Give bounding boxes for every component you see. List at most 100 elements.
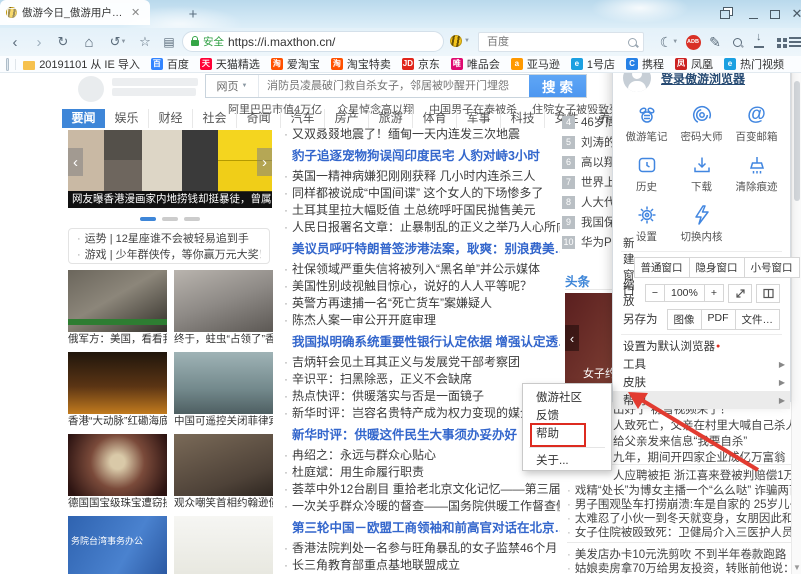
- menu-item-clear-traces[interactable]: 清除痕迹: [729, 149, 784, 199]
- headline-item[interactable]: 陈杰人案一审公开开庭审理: [282, 312, 560, 329]
- gallery-item[interactable]: 德国国宝级珠宝遭窃损失或…: [68, 434, 167, 511]
- gallery-image[interactable]: [174, 516, 273, 574]
- headline-item[interactable]: 我国拟明确系统重要性银行认定依据 增强认定透…: [282, 334, 560, 351]
- gallery-image[interactable]: [174, 434, 273, 496]
- menu-item-password-master[interactable]: 密码大师: [674, 99, 729, 149]
- adblock-icon[interactable]: ADB: [682, 28, 704, 56]
- headline-item[interactable]: 第三轮中国－欧盟工商领袖和前高官对话在北京…: [282, 520, 560, 537]
- headline-item[interactable]: 人民日报署名文章：止暴制乱的正义之举乃人心所向: [282, 219, 560, 236]
- bookmark-item[interactable]: 淘 淘宝特卖: [331, 56, 391, 72]
- submenu-help[interactable]: 帮助: [523, 425, 611, 443]
- gallery-item[interactable]: 终于，蛀虫“占领了”香港…: [174, 270, 273, 347]
- bookmark-item[interactable]: 唯 唯品会: [451, 56, 500, 72]
- alt-account-window-button[interactable]: 小号窗口: [744, 257, 800, 278]
- headline-item[interactable]: 新华时评：岂容名贵特产成为权力变现的媒介: [282, 405, 560, 422]
- bookmark-item[interactable]: 20191101 从 IE 导入: [23, 56, 140, 72]
- bookmark-item[interactable]: 百 百度: [151, 56, 189, 72]
- main-menu-icon[interactable]: [787, 28, 801, 56]
- news-item[interactable]: 人应聘被拒 浙江喜来登被判赔偿1万元: [613, 469, 793, 483]
- home-icon[interactable]: ⌂: [78, 28, 100, 56]
- headline-item[interactable]: 荟萃中外12台剧目 重拾老北京文化记忆——第三届老舍戏…: [282, 481, 560, 498]
- gallery-image[interactable]: [68, 434, 167, 496]
- headline-item[interactable]: 香港法院判处一名参与旺角暴乱的女子监禁46个月: [282, 540, 560, 557]
- set-default-browser-item[interactable]: 设置为默认浏览器●: [613, 337, 790, 355]
- headline-item[interactable]: 一次关乎群众冷暖的督查——国务院供暖工作督查侧记: [282, 498, 560, 515]
- carousel-dots[interactable]: [140, 217, 200, 221]
- page-tab[interactable]: 财经: [149, 109, 193, 128]
- maximize-button[interactable]: [766, 7, 784, 21]
- news-item[interactable]: 戏精“处长”为博女主播一个“么么哒” 诈骗两百万: [567, 484, 792, 498]
- headline-item[interactable]: 英警方再逮捕一名“死亡货车”案嫌疑人: [282, 295, 560, 312]
- menu-item-notes[interactable]: 傲游笔记: [619, 99, 674, 149]
- news-item[interactable]: 女子住院被殴致死：卫健局介入三医护人员被拘: [567, 526, 792, 540]
- address-bar[interactable]: 安全 https://i.maxthon.cn/: [182, 31, 444, 52]
- skins-menu-item[interactable]: 皮肤▶: [613, 373, 790, 391]
- bookmark-item[interactable]: e 1号店: [571, 56, 615, 72]
- favorite-star-icon[interactable]: ☆: [134, 28, 156, 56]
- save-as-file-button[interactable]: 文件…: [735, 309, 781, 330]
- page-tab[interactable]: 要闻: [62, 109, 105, 128]
- page-scrollbar[interactable]: ▼: [791, 73, 801, 574]
- zoom-in-button[interactable]: +: [704, 284, 724, 302]
- page-tab[interactable]: 娱乐: [105, 109, 149, 128]
- headline-item[interactable]: 冉绍之：永远与群众心贴心: [282, 447, 560, 464]
- news-item[interactable]: 九年，期间开四家企业成亿万富翁: [613, 451, 793, 465]
- tools-menu-item[interactable]: 工具▶: [613, 355, 790, 373]
- headline-item[interactable]: 美国性别歧视触目惊心，说好的人人平等呢？: [282, 278, 560, 295]
- favorites-icon[interactable]: [6, 58, 9, 71]
- headline-item[interactable]: 热点快评：供暖落实与否是一面镜子: [282, 388, 560, 405]
- new-tab-button[interactable]: +: [184, 6, 202, 24]
- help-menu-item[interactable]: 帮助▶: [613, 391, 790, 409]
- gallery-item[interactable]: 观众嘲笑首相约翰逊债…: [174, 434, 273, 511]
- gallery-image[interactable]: 务院台湾事务办公: [68, 516, 167, 574]
- normal-window-button[interactable]: 普通窗口: [634, 257, 690, 278]
- carousel-prev-icon[interactable]: ‹: [68, 148, 83, 176]
- gallery-item[interactable]: 俄军方：美国，看看我们的…: [68, 270, 167, 347]
- headline-item[interactable]: 新华时评：供暖这件民生大事须办妥办好: [282, 427, 560, 444]
- window-layout-icon[interactable]: [716, 7, 734, 21]
- close-button[interactable]: ✕: [788, 7, 801, 21]
- news-carousel[interactable]: ‹ › 网友曝香港漫画家内地捞钱却挺暴徒，曾属…: [68, 130, 272, 208]
- news-item[interactable]: 人致死亡，父亲在村里大喊自己杀人: [613, 419, 793, 433]
- info-link[interactable]: 运势 | 12星座谁不会被轻易追到手: [77, 231, 261, 247]
- gallery-item[interactable]: 务院台湾事务办公: [68, 516, 167, 574]
- gallery-item[interactable]: [174, 516, 273, 574]
- search-category-dropdown[interactable]: 网页▼: [206, 75, 259, 97]
- menu-item-switch-engine[interactable]: 切换内核: [674, 199, 729, 249]
- forward-icon[interactable]: ›: [28, 28, 50, 56]
- page-tab[interactable]: 社会: [193, 109, 237, 128]
- info-link[interactable]: 游戏 | 少年群侠传，等你赢万元大奖！: [77, 247, 261, 263]
- reader-mode-icon[interactable]: ▤: [158, 28, 180, 56]
- submenu-community[interactable]: 傲游社区: [523, 389, 611, 407]
- news-item[interactable]: 姑娘卖房拿70万给男友投资，转账前他说：快报警: [567, 562, 792, 574]
- download-tray-icon[interactable]: [748, 28, 770, 56]
- gallery-item[interactable]: 香港“大动脉”红磡海底隧…: [68, 352, 167, 429]
- save-as-image-button[interactable]: 图像: [667, 309, 702, 330]
- url-text[interactable]: https://i.maxthon.cn/: [228, 35, 335, 49]
- browser-tab[interactable]: 傲游今日_傲游用户专属的 ✕: [0, 0, 150, 25]
- headline-item[interactable]: 杜庭斌：用生命履行职责: [282, 464, 560, 481]
- skins-icon[interactable]: ✎: [704, 28, 726, 56]
- refresh-icon[interactable]: ↻: [52, 28, 74, 56]
- night-mode-icon[interactable]: ☾▼: [656, 28, 682, 56]
- menu-item-history[interactable]: 历史: [619, 149, 674, 199]
- feed-tab-toutiao[interactable]: 头条: [565, 271, 590, 290]
- page-search-input[interactable]: [259, 75, 529, 97]
- scroll-down-icon[interactable]: ▼: [793, 563, 801, 572]
- news-item[interactable]: 太难忍了小伙一到冬天就变身，女朋因此和他分手: [567, 512, 792, 526]
- headline-item[interactable]: 长三角教育部重点基地联盟成立: [282, 557, 560, 574]
- news-item[interactable]: 美发店办卡10元洗剪吹 不到半年卷款跑路: [567, 548, 792, 562]
- menu-item-mail[interactable]: @ 百变邮箱: [729, 99, 784, 149]
- bookmark-item[interactable]: 天 天猫精选: [200, 56, 260, 72]
- gallery-image[interactable]: [68, 270, 167, 332]
- bookmark-item[interactable]: C 携程: [626, 56, 664, 72]
- bookmark-item[interactable]: a 亚马逊: [511, 56, 560, 72]
- zoom-out-button[interactable]: −: [645, 284, 665, 302]
- save-as-pdf-button[interactable]: PDF: [701, 309, 736, 330]
- maxthon-bee-button[interactable]: ▼: [450, 35, 470, 47]
- carousel-next-icon[interactable]: ›: [257, 148, 272, 176]
- toolbar-search-input[interactable]: [485, 35, 628, 49]
- headline-item[interactable]: 又双叒叕地震了！缅甸一天内连发三次地震: [282, 126, 560, 143]
- news-item[interactable]: 给父亲发来信息“我要自杀”: [613, 435, 793, 449]
- feed-prev-icon[interactable]: ‹: [565, 325, 579, 351]
